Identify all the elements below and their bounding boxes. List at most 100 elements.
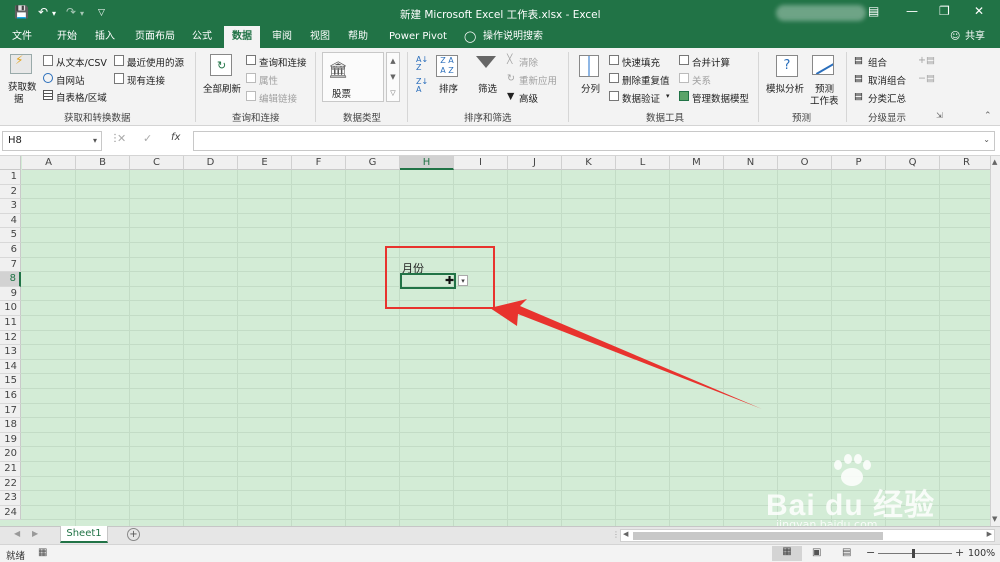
hide-detail-icon[interactable]: −▤: [918, 73, 935, 84]
cancel-entry-icon[interactable]: ✕: [117, 132, 126, 145]
tab-page-layout[interactable]: 页面布局: [133, 26, 177, 48]
tab-power-pivot[interactable]: Power Pivot: [387, 26, 449, 48]
tab-data[interactable]: 数据: [224, 26, 260, 48]
get-data-icon: ⚡: [10, 53, 32, 74]
from-web-button[interactable]: 自网站: [56, 73, 85, 87]
remove-duplicates-button[interactable]: 删除重复值: [622, 73, 670, 87]
sort-az-icon[interactable]: A↓ Z: [416, 56, 428, 72]
scroll-sheets-right-icon[interactable]: ▶: [32, 529, 38, 538]
ungroup-button[interactable]: 取消组合: [868, 73, 906, 87]
refresh-all-icon: ↻: [210, 54, 232, 76]
scroll-right-icon[interactable]: ▶: [987, 530, 992, 538]
undo-dropdown-icon[interactable]: ▾: [52, 9, 56, 18]
tab-view[interactable]: 视图: [308, 26, 332, 48]
flash-fill-button[interactable]: 快速填充: [622, 55, 660, 69]
filter-icon: [476, 56, 496, 68]
queries-connections-button[interactable]: 查询和连接: [259, 55, 307, 69]
get-data-button-line2[interactable]: 据: [14, 91, 24, 105]
scroll-sheets-left-icon[interactable]: ◀: [14, 529, 20, 538]
minimize-icon[interactable]: —: [906, 4, 918, 18]
sheet-tab-sheet1[interactable]: Sheet1: [60, 526, 108, 543]
zoom-in-icon[interactable]: +: [955, 546, 964, 559]
properties-button[interactable]: 属性: [259, 73, 278, 87]
ribbon-options-icon[interactable]: ▤: [868, 4, 879, 18]
name-box-dropdown-icon[interactable]: ▾: [93, 132, 97, 150]
share-button[interactable]: 共享: [963, 26, 987, 48]
tab-home[interactable]: 开始: [55, 26, 79, 48]
stocks-icon: 🏛: [328, 60, 349, 79]
zoom-level[interactable]: 100%: [968, 548, 995, 559]
sort-button[interactable]: 排序: [439, 81, 458, 95]
scroll-left-icon[interactable]: ◀: [623, 530, 628, 538]
subtotal-button[interactable]: 分类汇总: [868, 91, 906, 105]
macro-record-icon[interactable]: ▦: [38, 547, 47, 558]
page-layout-view-icon[interactable]: ▣: [812, 547, 821, 558]
data-validation-button[interactable]: 数据验证: [622, 91, 660, 105]
scroll-thumb[interactable]: [633, 532, 883, 540]
edit-links-button[interactable]: 编辑链接: [259, 91, 297, 105]
group-label-data-tools: 数据工具: [646, 113, 685, 124]
zoom-out-icon[interactable]: −: [866, 546, 875, 559]
group-separator: [407, 52, 408, 122]
ribbon-tabs: 文件 开始 插入 页面布局 公式 数据 审阅 视图 帮助 Power Pivot…: [0, 26, 1000, 48]
existing-connections-button[interactable]: 现有连接: [127, 73, 165, 87]
text-to-columns-button[interactable]: 分列: [581, 81, 600, 95]
name-box[interactable]: H8 ▾: [2, 131, 102, 151]
expand-formula-icon[interactable]: ⌄: [983, 135, 990, 144]
zoom-slider-thumb[interactable]: [912, 549, 915, 558]
what-if-icon: ?: [776, 55, 798, 77]
customize-icon[interactable]: ▽: [98, 8, 105, 18]
from-table-button[interactable]: 自表格/区域: [56, 90, 107, 104]
collapse-ribbon-icon[interactable]: ⌃: [984, 111, 992, 121]
worksheet-grid[interactable]: ABCDEFGHIJKLMNOPQR 1 2 3 4 5 6 7 8 9 10 11 12 13 14 15…: [0, 156, 1000, 526]
vertical-scrollbar[interactable]: ▲ ▼: [990, 156, 1000, 526]
normal-view-icon[interactable]: ▦: [772, 546, 802, 561]
advanced-button[interactable]: 高级: [519, 91, 538, 105]
formula-input[interactable]: ⌄: [193, 131, 995, 151]
show-detail-icon[interactable]: +▤: [918, 55, 935, 66]
confirm-entry-icon[interactable]: ✓: [143, 132, 152, 145]
group-separator: [758, 52, 759, 122]
recent-sources-icon: [114, 55, 124, 66]
what-if-button[interactable]: 模拟分析: [766, 81, 804, 95]
refresh-all-button[interactable]: 全部刷新: [203, 81, 241, 95]
close-icon[interactable]: ✕: [974, 4, 984, 18]
sort-za-icon[interactable]: Z↓ A: [416, 78, 428, 94]
page-break-view-icon[interactable]: ▤: [842, 547, 851, 558]
restore-icon[interactable]: ❐: [939, 4, 950, 18]
forecast-sheet-button-line2[interactable]: 工作表: [810, 93, 839, 107]
clear-button[interactable]: 清除: [519, 55, 538, 69]
group-button[interactable]: 组合: [868, 55, 887, 69]
data-validation-dropdown-icon[interactable]: ▾: [666, 92, 670, 100]
tell-me-search[interactable]: 操作说明搜索: [481, 26, 545, 48]
insert-function-button[interactable]: fx: [171, 132, 180, 143]
from-text-csv-button[interactable]: 从文本/CSV: [56, 55, 107, 69]
scroll-up-icon[interactable]: ▲: [992, 158, 997, 166]
redo-icon[interactable]: ↷: [66, 5, 76, 19]
tab-review[interactable]: 审阅: [270, 26, 294, 48]
stocks-button[interactable]: 股票: [332, 86, 351, 100]
reapply-button[interactable]: 重新应用: [519, 73, 557, 87]
horizontal-scrollbar[interactable]: ◀ ▶: [620, 529, 995, 542]
gallery-scroll[interactable]: ▲ ▼ ▽: [386, 52, 400, 102]
redo-dropdown-icon[interactable]: ▾: [80, 9, 84, 18]
tab-help[interactable]: 帮助: [346, 26, 370, 48]
relationships-button[interactable]: 关系: [692, 73, 711, 87]
tab-formulas[interactable]: 公式: [190, 26, 214, 48]
watermark-url: jingyan.baidu.com: [776, 518, 878, 526]
split-handle-icon[interactable]: ⋮: [612, 530, 620, 539]
consolidate-button[interactable]: 合并计算: [692, 55, 730, 69]
manage-data-model-button[interactable]: 管理数据模型: [692, 91, 749, 105]
scroll-down-icon[interactable]: ▼: [992, 515, 997, 523]
add-sheet-icon[interactable]: +: [127, 528, 140, 541]
tab-insert[interactable]: 插入: [93, 26, 117, 48]
zoom-slider[interactable]: [878, 553, 952, 554]
status-bar: 就绪 ▦ ▦ ▣ ▤ − + 100%: [0, 544, 1000, 562]
save-icon[interactable]: 💾: [14, 5, 29, 19]
recent-sources-button[interactable]: 最近使用的源: [127, 55, 184, 69]
tab-file[interactable]: 文件: [10, 26, 34, 48]
undo-icon[interactable]: ↶: [38, 5, 48, 19]
dialog-launcher-icon[interactable]: ⇲: [936, 111, 943, 120]
filter-button[interactable]: 筛选: [478, 81, 497, 95]
ribbon-data: ⚡ 获取数 据 从文本/CSV 自网站 自表格/区域 最近使用的源 现有连接 获…: [0, 48, 1000, 126]
